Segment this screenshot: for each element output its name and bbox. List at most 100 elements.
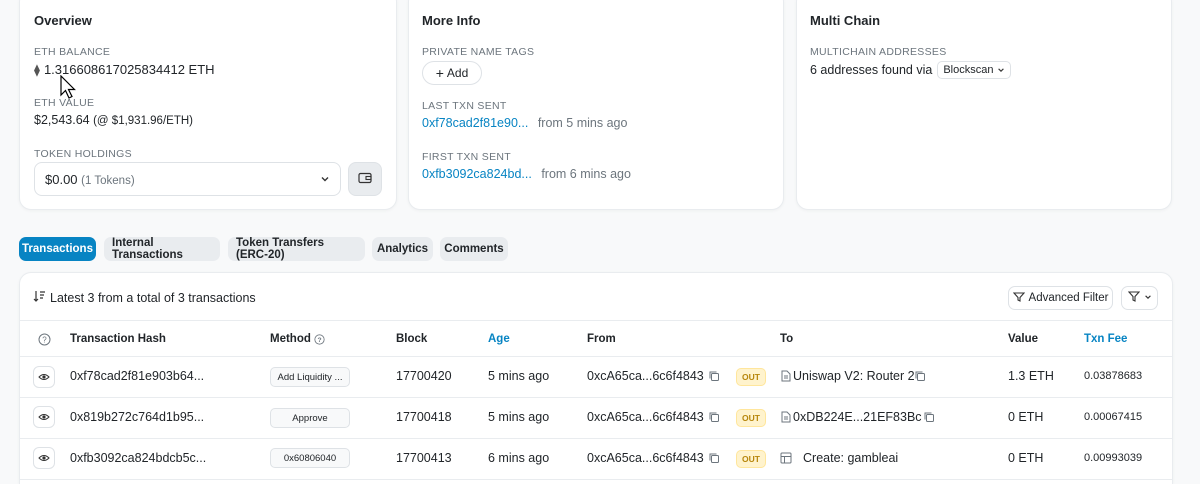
multichain-addresses-row: 6 addresses found via Blockscan [810, 61, 1012, 79]
multichain-addresses-text: 6 addresses found via [810, 63, 933, 77]
eye-icon [38, 451, 50, 465]
header-age[interactable]: Age [488, 333, 510, 345]
funnel-icon [1127, 291, 1140, 305]
block-link[interactable]: 17700420 [396, 369, 452, 383]
blockscan-dropdown[interactable]: Blockscan [937, 61, 1012, 79]
contract-creation-icon [780, 452, 792, 467]
wallet-icon [358, 172, 372, 187]
copy-icon[interactable] [708, 370, 720, 385]
chevron-down-icon [320, 172, 330, 187]
from-address[interactable]: 0xcA65ca...6c6f4843 [587, 369, 704, 383]
header-block: Block [396, 333, 428, 345]
header-method: Method ? [270, 333, 325, 345]
multi-chain-title: Multi Chain [810, 13, 881, 28]
more-info-title: More Info [422, 13, 481, 28]
blockscan-label: Blockscan [943, 64, 994, 76]
age-text: 5 mins ago [488, 410, 550, 424]
multichain-addresses-label: MULTICHAIN ADDRESSES [810, 46, 947, 58]
view-details-button[interactable] [33, 366, 55, 388]
tab-analytics[interactable]: Analytics [372, 237, 433, 261]
txn-fee-text: 0.00993039 [1084, 452, 1143, 464]
tab-token-transfers[interactable]: Token Transfers (ERC-20) [228, 237, 365, 261]
divider [20, 397, 1172, 398]
age-text: 5 mins ago [488, 369, 550, 383]
filter-icon [1012, 291, 1025, 305]
ethereum-icon: ⧫ [34, 62, 40, 77]
eth-balance-label: ETH BALANCE [34, 46, 111, 58]
view-details-button[interactable] [33, 447, 55, 469]
help-circle-icon[interactable]: ? [314, 333, 325, 345]
value-text: 0 ETH [1008, 410, 1044, 424]
tab-comments[interactable]: Comments [440, 237, 508, 261]
contract-file-icon [781, 370, 791, 385]
last-txn-row: 0xf78cad2f81e90... from 5 mins ago [422, 116, 627, 130]
from-address[interactable]: 0xcA65ca...6c6f4843 [587, 410, 704, 424]
to-address-link[interactable]: Uniswap V2: Router 2 [793, 369, 915, 383]
svg-text:?: ? [42, 336, 47, 345]
last-txn-hash-link[interactable]: 0xf78cad2f81e90... [422, 116, 528, 130]
direction-badge: OUT [736, 409, 766, 427]
copy-icon[interactable] [923, 411, 935, 426]
header-value: Value [1008, 333, 1039, 345]
tx-hash-link[interactable]: 0x819b272c764d1b95... [70, 410, 204, 424]
divider [20, 438, 1172, 439]
svg-text:?: ? [317, 337, 321, 344]
to-address-link[interactable]: 0xDB224E...21EF83Bc [793, 410, 922, 424]
private-name-tags-label: PRIVATE NAME TAGS [422, 46, 535, 58]
header-txn-fee[interactable]: Txn Fee [1084, 333, 1127, 345]
contract-file-icon [781, 411, 791, 426]
from-address[interactable]: 0xcA65ca...6c6f4843 [587, 451, 704, 465]
first-txn-hash-link[interactable]: 0xfb3092ca824bd... [422, 167, 532, 181]
eye-icon [38, 410, 50, 424]
chevron-down-icon [998, 68, 1005, 72]
overview-title: Overview [34, 13, 92, 28]
tab-internal-transactions[interactable]: Internal Transactions [104, 237, 220, 261]
block-link[interactable]: 17700413 [396, 451, 452, 465]
copy-icon[interactable] [708, 411, 720, 426]
tab-transactions[interactable]: Transactions [19, 237, 96, 261]
divider [20, 320, 1172, 321]
method-badge: Approve [270, 408, 350, 428]
age-text: 6 mins ago [488, 451, 550, 465]
eye-icon [38, 370, 50, 384]
token-holdings-dropdown[interactable]: $0.00 (1 Tokens) [34, 162, 341, 196]
add-name-tag-button[interactable]: + Add [422, 61, 482, 85]
method-badge: 0x60806040 [270, 448, 350, 468]
value-text: 1.3 ETH [1008, 369, 1054, 383]
header-transaction-hash: Transaction Hash [70, 333, 166, 345]
advanced-filter-label: Advanced Filter [1028, 292, 1109, 304]
sort-descending-icon [33, 290, 46, 305]
plus-icon: + [435, 65, 444, 81]
last-txn-label: LAST TXN SENT [422, 100, 507, 112]
tx-hash-link[interactable]: 0xf78cad2f81e903b64... [70, 369, 204, 383]
tx-summary: Latest 3 from a total of 3 transactions [33, 290, 256, 305]
to-address-link[interactable]: Create: gambleai [803, 451, 898, 465]
first-txn-time: from 6 mins ago [541, 167, 631, 181]
copy-icon[interactable] [708, 452, 720, 467]
overview-card: Overview ETH BALANCE ⧫ 1.316608617025834… [19, 0, 397, 210]
header-method-label: Method [270, 333, 311, 345]
eth-value-row: $2,543.64 (@ $1,931.96/ETH) [34, 113, 193, 127]
wallet-button[interactable] [348, 162, 382, 196]
more-info-card: More Info PRIVATE NAME TAGS + Add LAST T… [408, 0, 784, 210]
add-label: Add [446, 66, 469, 80]
token-holdings-text: $0.00 (1 Tokens) [45, 172, 135, 187]
eth-value-usd: $2,543.64 [34, 113, 90, 127]
tx-summary-text: Latest 3 from a total of 3 transactions [50, 290, 256, 305]
value-text: 0 ETH [1008, 451, 1044, 465]
eth-value-rate: (@ $1,931.96/ETH) [93, 115, 193, 127]
first-txn-label: FIRST TXN SENT [422, 151, 511, 163]
divider [20, 356, 1172, 357]
view-details-button[interactable] [33, 406, 55, 428]
txn-fee-text: 0.00067415 [1084, 411, 1143, 423]
copy-icon[interactable] [914, 370, 926, 385]
block-link[interactable]: 17700418 [396, 410, 452, 424]
tx-hash-link[interactable]: 0xfb3092ca824bdcb5c... [70, 451, 206, 465]
advanced-filter-button[interactable]: Advanced Filter [1008, 286, 1113, 310]
txn-fee-text: 0.03878683 [1084, 370, 1143, 382]
direction-badge: OUT [736, 450, 766, 468]
help-circle-icon[interactable]: ? [38, 333, 51, 349]
filter-dropdown-button[interactable] [1121, 286, 1158, 310]
token-holdings-count: (1 Tokens) [81, 174, 135, 187]
chevron-down-icon [1144, 292, 1152, 304]
